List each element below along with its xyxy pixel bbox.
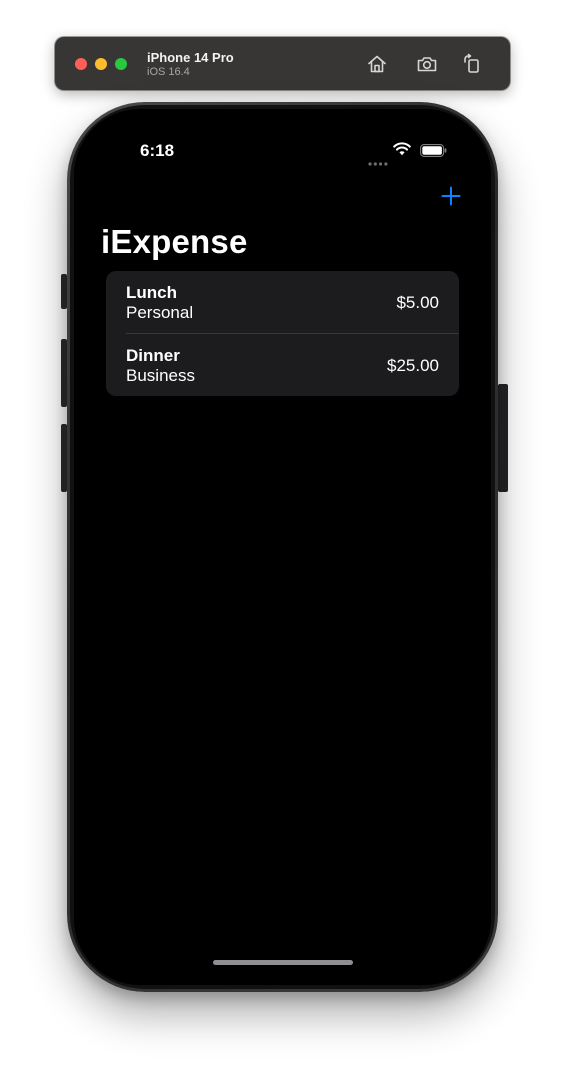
status-time: 6:18 xyxy=(140,141,175,160)
expense-type: Personal xyxy=(126,303,194,322)
minimize-window-button[interactable] xyxy=(95,58,107,70)
simulator-device-name: iPhone 14 Pro xyxy=(147,50,234,65)
wifi-icon xyxy=(393,142,411,161)
simulator-screenshot-button[interactable] xyxy=(414,51,440,77)
simulator-os-version: iOS 16.4 xyxy=(147,66,190,78)
rotate-icon xyxy=(461,53,483,75)
add-expense-button[interactable] xyxy=(438,185,464,211)
expense-name: Dinner xyxy=(126,346,180,365)
home-indicator[interactable] xyxy=(213,960,353,965)
zoom-window-button[interactable] xyxy=(115,58,127,70)
list-item[interactable]: Lunch Personal $5.00 xyxy=(106,271,459,334)
page-title: iExpense xyxy=(101,223,248,260)
expense-name: Lunch xyxy=(126,283,177,302)
simulator-home-button[interactable] xyxy=(364,51,390,77)
camera-icon xyxy=(416,53,438,75)
plus-icon xyxy=(441,186,461,211)
simulator-toolbar: iPhone 14 Pro iOS 16.4 xyxy=(55,37,510,90)
expense-type: Business xyxy=(126,366,195,385)
device-screen: 6:18 iExpense Lunch Personal $5.00 Dinne… xyxy=(74,109,491,985)
signal-dots-icon xyxy=(368,153,388,166)
expense-list: Lunch Personal $5.00 Dinner Business $25… xyxy=(106,271,459,396)
power-side-button xyxy=(498,384,508,492)
stage: iPhone 14 Pro iOS 16.4 6:18 iExpense Lun… xyxy=(0,0,565,1068)
battery-icon xyxy=(420,144,447,162)
close-window-button[interactable] xyxy=(75,58,87,70)
home-icon xyxy=(366,53,388,75)
simulator-rotate-button[interactable] xyxy=(459,51,485,77)
expense-amount: $25.00 xyxy=(387,356,439,375)
list-item[interactable]: Dinner Business $25.00 xyxy=(106,334,459,396)
expense-amount: $5.00 xyxy=(396,293,439,312)
